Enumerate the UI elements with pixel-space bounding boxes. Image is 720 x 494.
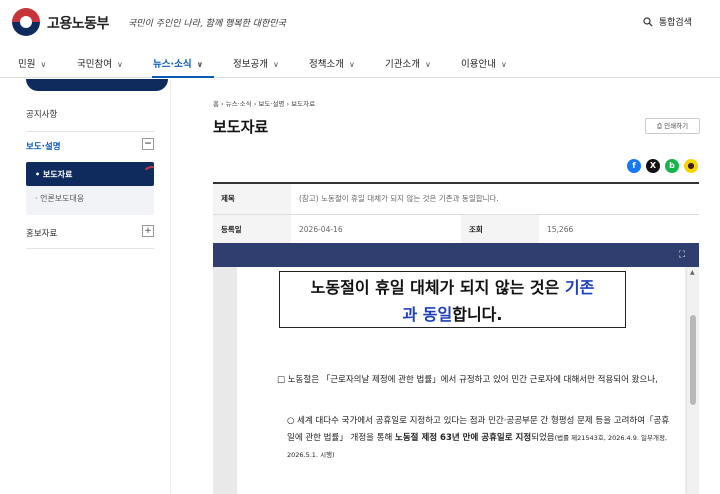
title-highlight: 과 동일 (402, 305, 453, 324)
nav-item-policy[interactable]: 정책소개 ∨ (309, 56, 355, 70)
submenu-item-media-response[interactable]: · 언론보도대응 (35, 193, 84, 204)
kakaotalk-icon[interactable]: ● (684, 159, 698, 173)
table-row: 제목 (참고) 노동절이 휴일 대체가 되지 않는 것은 기존과 동일합니다. (213, 183, 699, 215)
document-page: 노동절이 휴일 대체가 되지 않는 것은 기존 과 동일합니다. □ 노동절은 … (237, 267, 685, 494)
document-paragraph: □ 노동절은 「근로자의날 제정에 관한 법률」에서 규정하고 있어 민간 근로… (277, 375, 658, 385)
nav-item-disclosure[interactable]: 정보공개 ∨ (233, 56, 279, 70)
submenu-item-press-release[interactable]: • 보도자료 (26, 162, 154, 186)
sidebar-item-label: 공지사항 (26, 110, 58, 120)
subject-value: (참고) 노동절이 휴일 대체가 되지 않는 것은 기존과 동일합니다. (291, 183, 699, 215)
search-icon (643, 16, 653, 27)
facebook-icon[interactable]: f (627, 159, 641, 173)
sidebar-banner (26, 79, 168, 91)
date-label: 등록일 (213, 214, 291, 246)
brand-name[interactable]: 고용노동부 (47, 13, 109, 33)
nav-item-organization[interactable]: 기관소개 ∨ (385, 56, 431, 70)
print-icon: ⎙ (656, 122, 663, 130)
nav-item-guide[interactable]: 이용안내 ∨ (461, 56, 507, 70)
chevron-down-icon: ∨ (500, 60, 507, 69)
date-value: 2026-04-16 (291, 214, 461, 246)
document-viewer: ⛶ 노동절이 휴일 대체가 되지 않는 것은 기존 과 동일합니다. □ 노동절… (213, 243, 699, 494)
paragraph-emphasis: 노동절 제정 63년 만에 공휴일로 지정 (395, 433, 532, 443)
nav-active-indicator (152, 76, 214, 78)
nav-item-label: 국민참여 (77, 59, 112, 70)
sidebar: 공지사항 보도·설명 − • 보도자료 · 언론보도대응 홍보자료 + (0, 79, 170, 494)
nav-item-participation[interactable]: 국민참여 ∨ (77, 56, 123, 70)
nav-item-label: 정책소개 (309, 59, 344, 70)
top-header: 고용노동부 국민이 주인인 나라, 함께 행복한 대한민국 통합검색 (0, 0, 720, 46)
chevron-down-icon: ∨ (424, 60, 431, 69)
sidebar-item-label: 홍보자료 (26, 229, 58, 239)
chevron-down-icon: ∨ (348, 60, 355, 69)
viewer-scrollbar[interactable]: ▲ (687, 267, 699, 494)
main-nav: 민원 ∨ 국민참여 ∨ 뉴스·소식 ∨ 정보공개 ∨ 정책소개 ∨ 기관소개 ∨ 이용안내 ∨ (0, 46, 720, 78)
document-paragraph: ○ 세계 대다수 국가에서 공휴일로 지정하고 있다는 점과 민간·공공부문 간… (287, 413, 672, 464)
subject-label: 제목 (213, 183, 291, 215)
print-button[interactable]: ⎙ 인쇄하기 (645, 118, 700, 134)
sidebar-item-notice[interactable]: 공지사항 (26, 108, 154, 120)
nav-item-label: 정보공개 (233, 59, 268, 70)
sidebar-submenu: • 보도자료 · 언론보도대응 (26, 162, 154, 215)
nav-item-label: 이용안내 (461, 59, 496, 70)
sidebar-item-label: 보도·설명 (26, 142, 61, 152)
band-icon[interactable]: b (665, 159, 679, 173)
sidebar-item-press[interactable]: 보도·설명 − (26, 138, 154, 152)
views-label: 조회 (461, 214, 539, 246)
title-text: 노동절이 휴일 대체가 되지 않는 것은 (310, 278, 565, 297)
breadcrumb[interactable]: 홈 › 뉴스·소식 › 보도·설명 › 보도자료 (213, 98, 315, 108)
decorative-arc-icon (142, 166, 154, 186)
nav-item-news[interactable]: 뉴스·소식 ∨ (153, 56, 203, 70)
document-title: 노동절이 휴일 대체가 되지 않는 것은 기존 과 동일합니다. (279, 271, 626, 328)
views-value: 15,266 (539, 214, 699, 246)
chevron-down-icon: ∨ (196, 60, 204, 69)
main-content: 홈 › 뉴스·소식 › 보도·설명 › 보도자료 보도자료 ⎙ 인쇄하기 f X… (170, 79, 720, 494)
collapse-icon[interactable]: − (142, 138, 154, 150)
divider (26, 131, 154, 132)
paragraph-text: 되었음 (531, 433, 555, 443)
nav-item-label: 기관소개 (385, 59, 420, 70)
slogan: 국민이 주인인 나라, 함께 행복한 대한민국 (128, 19, 286, 29)
expand-icon[interactable]: + (142, 225, 154, 237)
chevron-down-icon: ∨ (116, 60, 123, 69)
submenu-item-label: · 언론보도대응 (35, 194, 85, 203)
scrollbar-thumb[interactable] (690, 315, 696, 405)
scroll-up-icon[interactable]: ▲ (690, 269, 695, 276)
page-title: 보도자료 (213, 118, 269, 136)
submenu-item-label: • 보도자료 (35, 170, 73, 179)
title-highlight: 기존 (564, 278, 595, 297)
viewer-toolbar: ⛶ (213, 243, 699, 267)
fullscreen-icon[interactable]: ⛶ (677, 250, 687, 260)
nav-item-civil[interactable]: 민원 ∨ (18, 56, 46, 70)
nav-item-label: 민원 (18, 59, 36, 70)
title-text: 합니다. (452, 305, 503, 324)
x-icon[interactable]: X (646, 159, 660, 173)
article-info-table: 제목 (참고) 노동절이 휴일 대체가 되지 않는 것은 기존과 동일합니다. … (213, 182, 699, 246)
table-row: 등록일 2026-04-16 조회 15,266 (213, 214, 699, 246)
search-label: 통합검색 (658, 18, 692, 28)
government-logo-icon[interactable] (11, 7, 41, 37)
print-label: 인쇄하기 (664, 122, 689, 130)
chevron-down-icon: ∨ (40, 60, 47, 69)
search-button[interactable]: 통합검색 (643, 15, 692, 28)
nav-item-label: 뉴스·소식 (153, 59, 192, 70)
sidebar-item-promotion[interactable]: 홍보자료 + (26, 225, 154, 239)
divider (26, 248, 154, 249)
chevron-down-icon: ∨ (272, 60, 279, 69)
